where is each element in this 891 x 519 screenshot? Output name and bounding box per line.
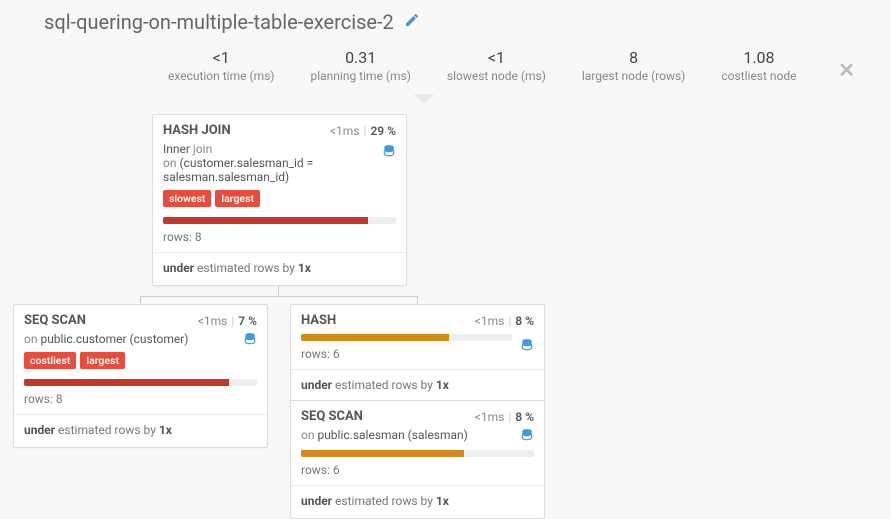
- stat-label: execution time (ms): [168, 69, 274, 83]
- rows-line: rows: 6: [291, 463, 544, 486]
- tag-costliest: costliest: [24, 352, 76, 369]
- database-icon[interactable]: [520, 428, 534, 446]
- node-bar: [163, 217, 396, 224]
- est-factor: 1x: [159, 423, 172, 437]
- bar-fill: [24, 379, 229, 386]
- node-time: <1ms: [475, 410, 505, 424]
- node-time: <1ms: [475, 314, 505, 328]
- stat-costliest: 1.08 costliest node: [703, 48, 814, 83]
- estimate-line: under estimated rows by 1x: [14, 415, 267, 447]
- tag-slowest: slowest: [163, 190, 211, 207]
- stat-label: slowest node (ms): [447, 69, 546, 83]
- table-name: public.customer (customer): [40, 332, 188, 346]
- node-meta: <1ms|8 %: [475, 314, 534, 328]
- pointer-icon: [414, 94, 434, 104]
- node-name: SEQ SCAN: [301, 409, 363, 424]
- connector: [140, 296, 417, 297]
- node-name: HASH: [301, 313, 336, 328]
- est-factor: 1x: [298, 261, 311, 275]
- node-time: <1ms: [198, 314, 228, 328]
- stat-value: 8: [582, 48, 685, 67]
- database-icon[interactable]: [243, 332, 257, 350]
- node-header: SEQ SCAN <1ms|8 %: [291, 401, 544, 428]
- est-under: under: [301, 378, 332, 392]
- est-under: under: [301, 494, 332, 508]
- node-bar: [301, 334, 512, 341]
- tag-largest: largest: [215, 190, 260, 207]
- plan-node-hash[interactable]: HASH <1ms|8 % rows: 6 under estimated ro…: [290, 304, 545, 403]
- node-header: HASH <1ms|8 %: [291, 305, 544, 332]
- stat-value: <1: [168, 48, 274, 67]
- est-mid: estimated rows by: [332, 494, 436, 508]
- connector: [140, 296, 141, 304]
- bar-fill: [163, 217, 368, 224]
- node-name: SEQ SCAN: [24, 313, 86, 328]
- database-icon[interactable]: [382, 144, 396, 162]
- stat-value: <1: [447, 48, 546, 67]
- stat-slowest: <1 slowest node (ms): [429, 48, 564, 83]
- stat-label: largest node (rows): [582, 69, 685, 83]
- est-factor: 1x: [436, 378, 449, 392]
- join-cond: (customer.salesman_id = salesman.salesma…: [163, 156, 313, 184]
- node-bar: [301, 450, 534, 457]
- node-time: <1ms: [330, 124, 360, 138]
- node-tags: slowest largest: [153, 190, 406, 215]
- database-icon[interactable]: [520, 338, 534, 356]
- node-subtext: on public.customer (customer): [14, 332, 267, 352]
- table-name: public.salesman (salesman): [317, 428, 467, 442]
- stat-largest: 8 largest node (rows): [564, 48, 703, 83]
- stat-label: planning time (ms): [310, 69, 410, 83]
- node-bar: [24, 379, 257, 386]
- est-mid: estimated rows by: [194, 261, 298, 275]
- close-icon[interactable]: ✕: [838, 58, 855, 82]
- connector: [417, 296, 418, 304]
- plan-node-hash-join[interactable]: HASH JOIN <1ms|29 % Inner join on (custo…: [152, 114, 407, 286]
- node-meta: <1ms|29 %: [330, 124, 396, 138]
- stat-plan-time: 0.31 planning time (ms): [292, 48, 428, 83]
- est-factor: 1x: [436, 494, 449, 508]
- on-word: on: [301, 428, 317, 442]
- estimate-line: under estimated rows by 1x: [153, 253, 406, 285]
- node-pct: 8 %: [515, 314, 534, 328]
- bar-fill: [301, 334, 449, 341]
- join-word: join: [190, 142, 212, 156]
- plan-node-seqscan-salesman[interactable]: SEQ SCAN <1ms|8 % on public.salesman (sa…: [290, 400, 545, 519]
- node-pct: 7 %: [238, 314, 257, 328]
- est-mid: estimated rows by: [332, 378, 436, 392]
- bar-fill: [301, 450, 464, 457]
- node-header: SEQ SCAN <1ms|7 %: [14, 305, 267, 332]
- rows-line: rows: 8: [153, 230, 406, 253]
- plan-title: sql-quering-on-multiple-table-exercise-2: [44, 10, 394, 34]
- edit-icon[interactable]: [404, 12, 420, 32]
- rows-line: rows: 6: [291, 347, 544, 370]
- node-subtext: Inner join on (customer.salesman_id = sa…: [153, 142, 406, 190]
- stat-value: 1.08: [721, 48, 796, 67]
- node-pct: 8 %: [515, 410, 534, 424]
- est-under: under: [24, 423, 55, 437]
- node-tags: costliest largest: [14, 352, 267, 377]
- estimate-line: under estimated rows by 1x: [291, 486, 544, 518]
- on-word: on: [163, 156, 179, 170]
- plan-node-seqscan-customer[interactable]: SEQ SCAN <1ms|7 % on public.customer (cu…: [13, 304, 268, 448]
- node-meta: <1ms|7 %: [198, 314, 257, 328]
- on-word: on: [24, 332, 40, 346]
- node-meta: <1ms|8 %: [475, 410, 534, 424]
- est-under: under: [163, 261, 194, 275]
- title-row: sql-quering-on-multiple-table-exercise-2: [44, 10, 420, 34]
- stat-exec-time: <1 execution time (ms): [150, 48, 292, 83]
- stat-value: 0.31: [310, 48, 410, 67]
- rows-line: rows: 8: [14, 392, 267, 415]
- est-mid: estimated rows by: [55, 423, 159, 437]
- node-header: HASH JOIN <1ms|29 %: [153, 115, 406, 142]
- node-name: HASH JOIN: [163, 123, 231, 138]
- tag-largest: largest: [80, 352, 125, 369]
- stats-bar: <1 execution time (ms) 0.31 planning tim…: [150, 48, 815, 83]
- estimate-line: under estimated rows by 1x: [291, 370, 544, 402]
- join-type: Inner: [163, 142, 190, 156]
- stat-label: costliest node: [721, 69, 796, 83]
- node-pct: 29 %: [370, 124, 396, 138]
- node-subtext: on public.salesman (salesman): [291, 428, 544, 448]
